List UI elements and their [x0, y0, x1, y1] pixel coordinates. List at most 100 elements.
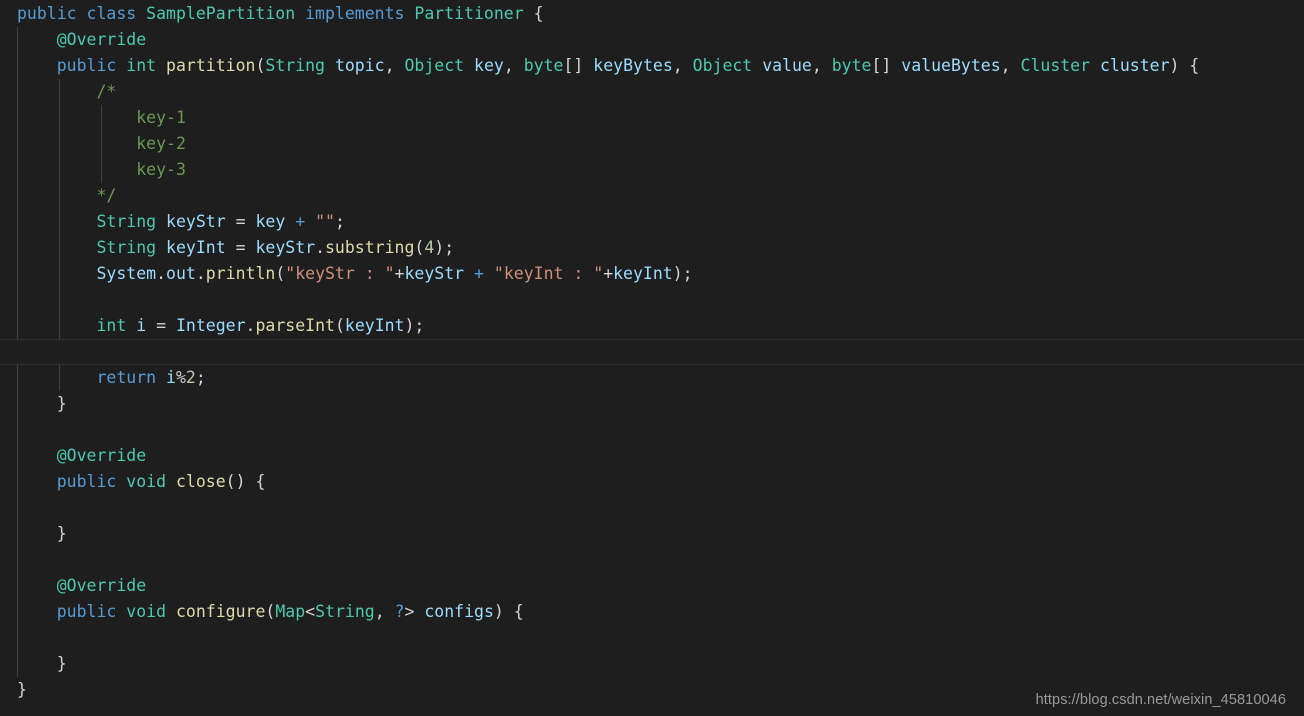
code-token: =	[156, 316, 167, 335]
code-token: () {	[225, 472, 266, 491]
code-token: value	[762, 56, 812, 75]
code-token: key-1	[136, 108, 186, 127]
code-line[interactable]: key-3	[0, 157, 1304, 183]
code-token: []	[563, 56, 594, 75]
code-token: ;	[334, 212, 345, 231]
code-line[interactable]: public int partition(String topic, Objec…	[0, 53, 1304, 79]
code-token: @Override	[56, 446, 147, 465]
code-line[interactable]: String keyInt = keyStr.substring(4);	[0, 235, 1304, 261]
code-token: >	[404, 602, 425, 621]
code-token: byte	[523, 56, 564, 75]
code-token: public	[56, 602, 117, 621]
code-line[interactable]	[0, 625, 1304, 651]
code-line[interactable]: public void configure(Map<String, ?> con…	[0, 599, 1304, 625]
code-line[interactable]: */	[0, 183, 1304, 209]
code-token: =	[235, 238, 246, 257]
code-token: {	[523, 4, 544, 23]
code-token: 4	[424, 238, 435, 257]
code-line[interactable]	[0, 547, 1304, 573]
code-token: int	[96, 316, 127, 335]
watermark-url: https://blog.csdn.net/weixin_45810046	[1035, 692, 1286, 708]
code-line[interactable]: }	[0, 391, 1304, 417]
code-line[interactable]: public class SamplePartition implements …	[0, 1, 1304, 27]
code-token: +	[603, 264, 614, 283]
code-token: key-3	[136, 160, 186, 179]
code-token: =	[235, 212, 246, 231]
code-token: ,	[374, 602, 395, 621]
code-token: Partitioner	[414, 4, 524, 23]
code-token: }	[17, 680, 27, 699]
code-line[interactable]: key-1	[0, 105, 1304, 131]
code-editor[interactable]: public class SamplePartition implements …	[0, 0, 1304, 716]
code-line[interactable]: public void close() {	[0, 469, 1304, 495]
code-token: void	[126, 602, 167, 621]
code-token: String	[96, 212, 157, 231]
code-line[interactable]	[0, 339, 1304, 365]
code-token: i	[166, 368, 176, 387]
code-token: Cluster	[1020, 56, 1091, 75]
code-token: int	[126, 56, 157, 75]
code-token: );	[434, 238, 455, 257]
code-token: public	[56, 56, 117, 75]
code-token: public	[56, 472, 117, 491]
code-token: .	[156, 264, 167, 283]
code-token: (	[414, 238, 425, 257]
code-token: ,	[384, 56, 405, 75]
code-token: ""	[315, 212, 335, 231]
code-token: topic	[334, 56, 385, 75]
code-line[interactable]	[0, 417, 1304, 443]
code-token: .	[315, 238, 325, 257]
code-line[interactable]	[0, 495, 1304, 521]
code-line[interactable]: key-2	[0, 131, 1304, 157]
code-token: parseInt	[255, 316, 335, 335]
code-content[interactable]: public class SamplePartition implements …	[0, 1, 1304, 703]
code-token: SamplePartition	[146, 4, 296, 23]
code-line[interactable]: int i = Integer.parseInt(keyInt);	[0, 313, 1304, 339]
code-token: class	[86, 4, 137, 23]
code-token: ?	[394, 602, 405, 621]
code-token: */	[96, 186, 117, 205]
code-token: out	[166, 264, 196, 283]
code-token: "keyStr : "	[285, 264, 395, 283]
code-line[interactable]: @Override	[0, 27, 1304, 53]
code-line[interactable]: System.out.println("keyStr : "+keyStr + …	[0, 261, 1304, 287]
code-token: substring	[325, 238, 415, 257]
code-line[interactable]: /*	[0, 79, 1304, 105]
code-token: keyBytes	[593, 56, 673, 75]
code-line[interactable]: @Override	[0, 443, 1304, 469]
code-token: keyInt	[613, 264, 673, 283]
code-line[interactable]: String keyStr = key + "";	[0, 209, 1304, 235]
code-token: String	[315, 602, 375, 621]
code-line[interactable]: @Override	[0, 573, 1304, 599]
code-line[interactable]	[0, 287, 1304, 313]
code-line[interactable]: return i%2;	[0, 365, 1304, 391]
code-token: 2	[185, 368, 196, 387]
code-token: byte	[831, 56, 872, 75]
code-line[interactable]: }	[0, 521, 1304, 547]
code-token: ,	[1000, 56, 1021, 75]
code-token: (	[275, 264, 286, 283]
code-token: partition	[166, 56, 256, 75]
code-token: /*	[96, 82, 117, 101]
code-line[interactable]: }	[0, 651, 1304, 677]
code-token: cluster	[1100, 56, 1170, 75]
code-token: println	[205, 264, 276, 283]
